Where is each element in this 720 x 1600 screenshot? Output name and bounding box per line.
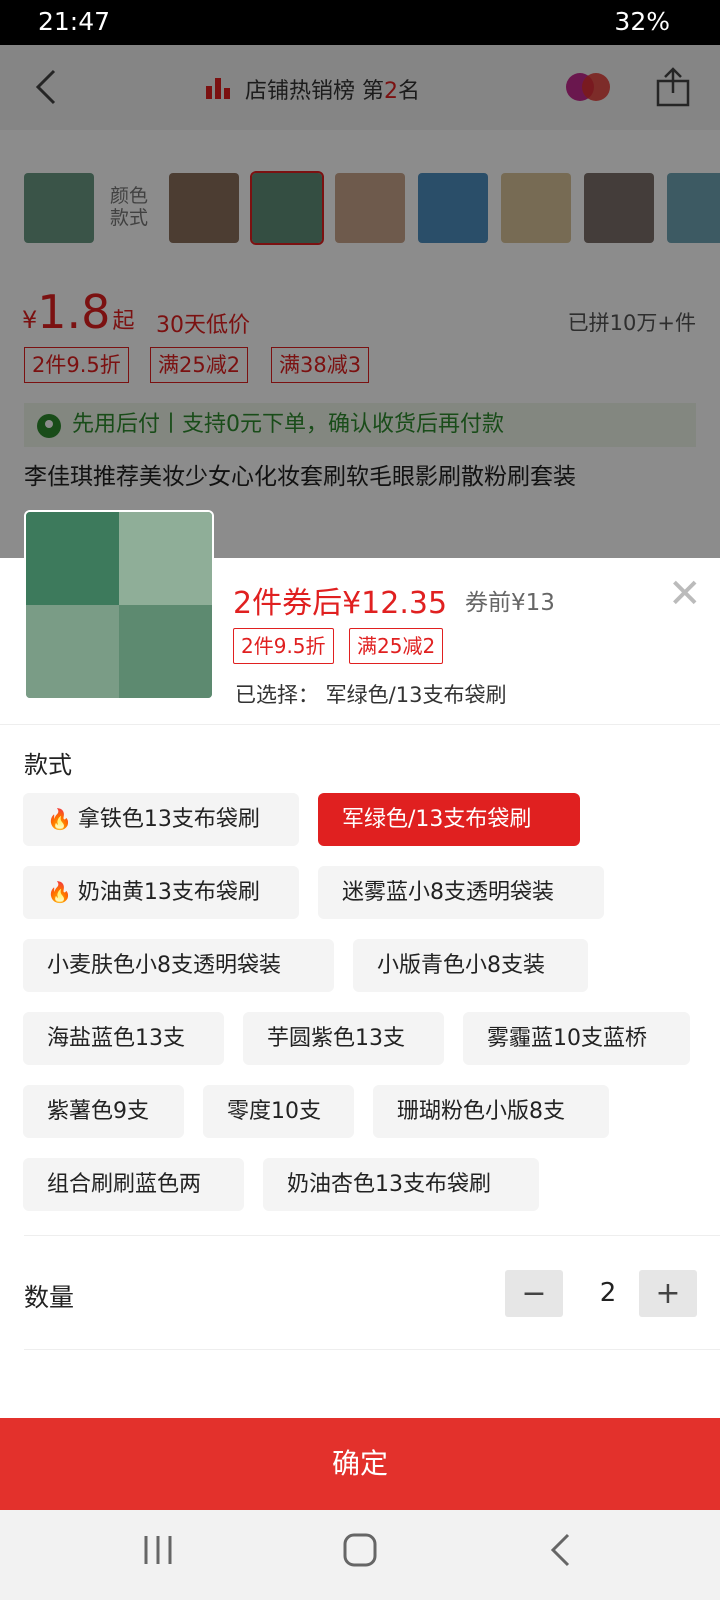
discount-tag: 满25减2 [349,628,444,664]
selected-summary: 已选择： 军绿色/13支布袋刷 [235,683,507,707]
back-nav-icon[interactable] [548,1532,572,1568]
battery-level: 32% [614,7,670,36]
style-option[interactable]: 芋圆紫色13支 [243,1012,444,1065]
style-option[interactable]: 紫薯色9支 [23,1085,184,1138]
style-option[interactable]: 海盐蓝色13支 [23,1012,224,1065]
style-section-label: 款式 [24,751,72,779]
pre-coupon-price: 券前¥13 [465,590,555,616]
home-icon[interactable] [342,1532,378,1568]
divider [0,724,720,725]
status-time: 21:47 [38,7,111,36]
discount-tag: 2件9.5折 [233,628,334,664]
style-option[interactable]: 零度10支 [203,1085,354,1138]
confirm-button[interactable]: 确定 [0,1418,720,1510]
dim-overlay[interactable] [0,45,720,558]
close-icon[interactable]: ✕ [668,574,702,614]
flame-icon: 🔥 [47,880,72,904]
quantity-minus-button[interactable]: − [505,1270,563,1317]
style-option[interactable]: 小版青色小8支装 [353,939,588,992]
style-option[interactable]: 雾霾蓝10支蓝桥 [463,1012,690,1065]
flame-icon: 🔥 [47,807,72,831]
divider [24,1235,720,1236]
style-option[interactable]: 奶油杏色13支布袋刷 [263,1158,539,1211]
style-option[interactable]: 迷雾蓝小8支透明袋装 [318,866,604,919]
style-option[interactable]: 🔥 拿铁色13支布袋刷 [23,793,299,846]
quantity-label: 数量 [24,1283,75,1312]
system-nav-bar [0,1510,720,1600]
quantity-value[interactable]: 2 [594,1278,622,1308]
style-option[interactable]: 珊瑚粉色小版8支 [373,1085,609,1138]
style-option[interactable]: 🔥 奶油黄13支布袋刷 [23,866,299,919]
coupon-price: 2件券后¥12.35 [233,586,448,621]
recent-apps-icon[interactable] [142,1532,174,1568]
quantity-plus-button[interactable]: + [639,1270,697,1317]
status-bar: 21:47 32% [0,0,720,45]
style-option-selected[interactable]: 军绿色/13支布袋刷 [318,793,580,846]
style-option[interactable]: 小麦肤色小8支透明袋装 [23,939,334,992]
style-option[interactable]: 组合刷刷蓝色两 [23,1158,244,1211]
divider [24,1349,720,1350]
product-image[interactable] [24,510,214,700]
